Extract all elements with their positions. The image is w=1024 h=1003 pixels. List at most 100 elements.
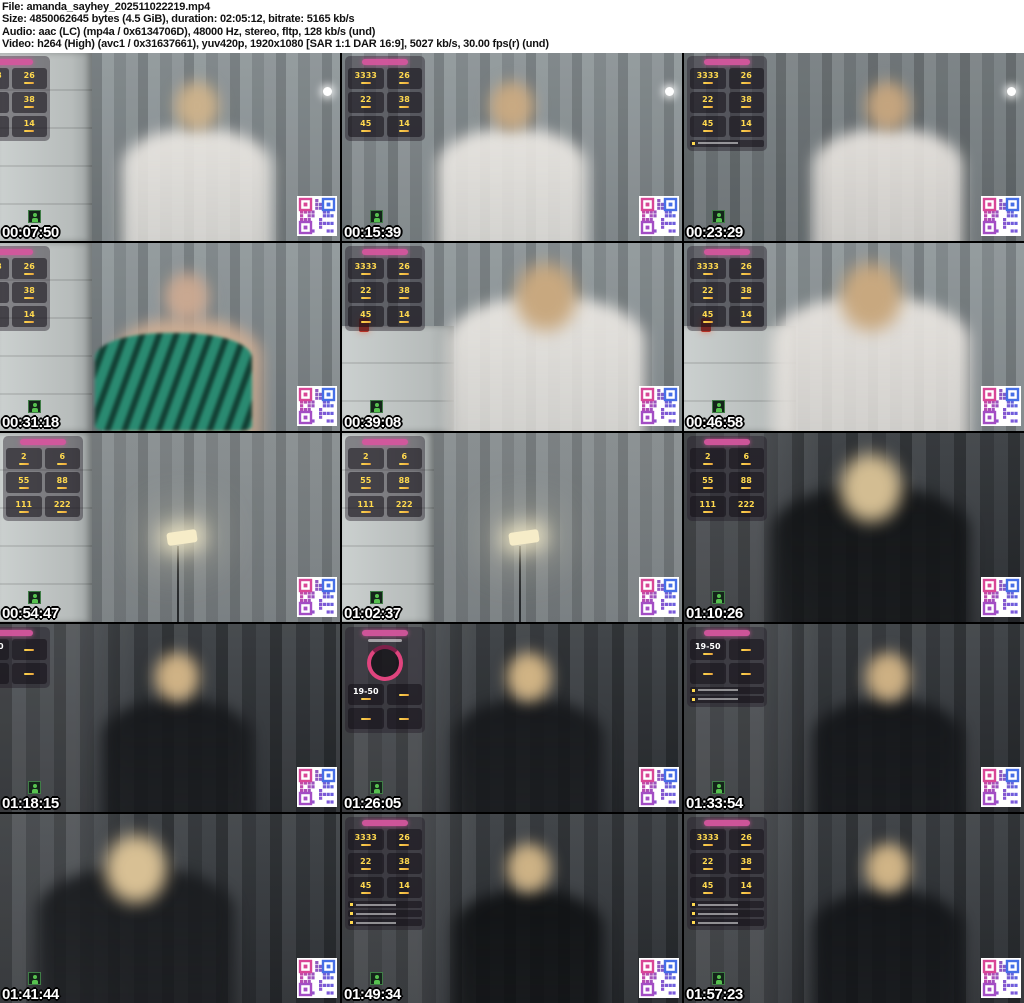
goal-row [690,139,764,147]
overlay-tip-cell: 3333 [348,258,384,280]
overlay-tip-cell: 14 [386,306,422,328]
stream-overlay-panel: 19-50 [345,626,425,733]
overlay-yellow-bar [24,649,35,652]
file-info-line-video: Video: h264 (High) (avc1 / 0x31637661), … [2,38,549,51]
overlay-tip-cell: 2 [690,448,726,470]
stream-logo-icon [370,400,383,414]
timestamp-label: 00:46:58 [686,414,743,432]
overlay-tip-cell [728,638,764,660]
overlay-tip-cell: 2 [6,448,42,470]
overlay-tip-cell: 45 [348,306,384,328]
figure-head [484,75,540,138]
overlay-header [20,439,66,446]
video-thumbnail: 19-50 01:18:15 [0,623,340,813]
overlay-header [362,820,408,827]
overlay-tip-grid: 33332622384514 [690,829,764,899]
overlay-header [362,439,408,446]
overlay-tip-cell: 3333 [348,67,384,89]
figure-silhouette [112,318,262,432]
figure-head [148,646,205,709]
overlay-tip-cell: 88 [44,472,80,494]
timestamp-label: 00:31:18 [2,414,59,432]
overlay-yellow-bar [399,510,410,513]
overlay-yellow-bar [399,82,410,85]
goal-row [690,901,764,909]
overlay-yellow-bar [741,891,752,894]
overlay-tip-cell: 26 [728,258,764,280]
qr-code-icon [981,767,1021,808]
overlay-yellow-bar [360,486,371,489]
figure-head [860,646,916,709]
timestamp-label: 01:41:44 [2,985,59,1003]
timestamp-label: 00:39:08 [344,414,401,432]
overlay-tip-cell: 26 [728,829,764,851]
overlay-tip-cell: 45 [690,877,726,899]
file-info-line-audio: Audio: aac (LC) (mp4a / 0x6134706D), 480… [2,25,376,38]
overlay-yellow-bar [741,130,752,133]
overlay-tip-cell [11,662,47,684]
overlay-yellow-bar [57,462,68,465]
overlay-tip-cell: 3333 [690,258,726,280]
overlay-tip-cell: 38 [386,853,422,875]
figure-silhouette [813,699,963,813]
overlay-tip-cell: 6 [728,448,764,470]
overlay-tip-cell: 3333 [0,67,9,89]
figure-silhouette [813,889,963,1003]
overlay-yellow-bar [741,510,752,513]
figure-head [169,75,226,138]
qr-code-icon [297,957,337,998]
stream-logo-icon [370,971,383,985]
overlay-yellow-bar [399,718,410,721]
video-thumbnail: 01:41:44 [0,814,340,1003]
stream-logo-icon [28,590,41,604]
overlay-yellow-bar [741,673,752,676]
overlay-tip-cell: 3333 [348,829,384,851]
figure-head [832,254,910,341]
qr-code-icon [297,386,337,427]
figure-head [832,444,910,531]
overlay-tip-cell: 14 [728,115,764,137]
figure-head [501,646,557,709]
overlay-yellow-bar [702,272,713,275]
overlay-goal-list [690,901,764,927]
stream-overlay-panel: 2 6 55 88 111 222 [3,436,83,522]
overlay-yellow-bar [702,296,713,299]
overlay-tip-cell: 111 [6,496,42,518]
stream-logo-icon [28,781,41,795]
overlay-tip-cell: 3333 [690,67,726,89]
overlay-yellow-bar [399,130,410,133]
overlay-header [704,249,750,256]
overlay-yellow-bar [702,486,713,489]
stream-overlay-panel: 2 6 55 88 111 222 [687,436,767,522]
lamp-dot [1006,86,1016,96]
overlay-header [704,820,750,827]
led-light [507,529,540,547]
overlay-yellow-bar [399,843,410,846]
overlay-tip-cell: 111 [348,496,384,518]
overlay-tip-cell: 22 [0,91,9,113]
overlay-tip-cell: 14 [386,877,422,899]
overlay-tip-cell: 6 [386,448,422,470]
video-thumbnail: 33332622384514 00:31:18 [0,243,340,432]
figure-silhouette [447,295,645,432]
video-thumbnail: 3333 26 22 38 45 14 00:39:08 [342,243,682,432]
overlay-yellow-bar [741,462,752,465]
overlay-header [362,249,408,256]
overlay-tip-cell: 55 [348,472,384,494]
qr-code-icon [639,767,679,808]
overlay-tip-cell: 38 [386,91,422,113]
overlay-tip-grid: 2 6 55 88 111 222 [6,448,80,518]
overlay-yellow-bar [360,296,371,299]
overlay-yellow-bar [18,486,29,489]
stream-logo-icon [712,971,725,985]
overlay-yellow-bar [399,462,410,465]
video-thumbnail: 33332622384514 00:07:50 [0,52,340,242]
stream-overlay-panel: 19-50 [0,626,50,688]
overlay-yellow-bar [399,320,410,323]
figure-silhouette [437,127,587,242]
thumbnail-grid: 3333262238451400:07:503333262238451400:1… [0,52,1024,1003]
overlay-yellow-bar [24,673,35,676]
video-thumbnail: 19-50 01:33:54 [684,623,1024,813]
overlay-tip-grid: 33332622384514 [0,258,47,328]
figure-head [159,265,215,328]
